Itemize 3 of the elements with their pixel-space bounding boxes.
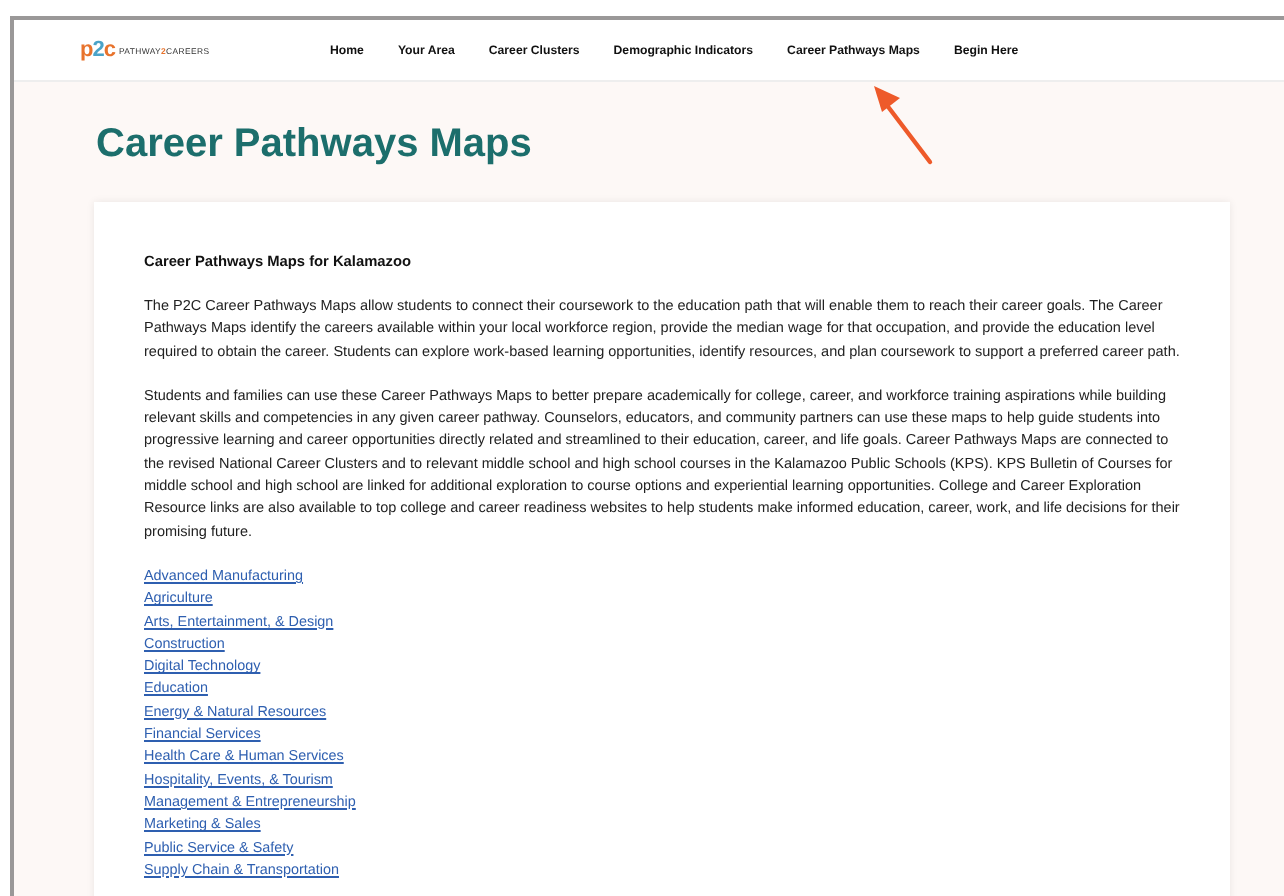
page-title: Career Pathways Maps — [96, 122, 532, 168]
arrow-drawing — [870, 80, 938, 168]
logo-mark: p2c — [80, 38, 115, 62]
